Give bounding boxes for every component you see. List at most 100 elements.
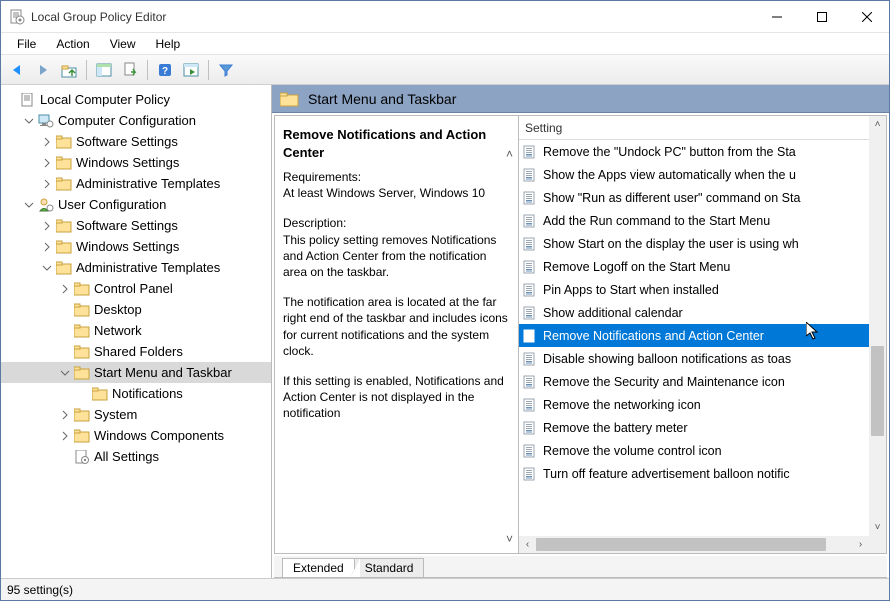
menu-action[interactable]: Action	[46, 35, 99, 53]
tree-item[interactable]: Notifications	[1, 383, 271, 404]
settings-row[interactable]: Turn off feature advertisement balloon n…	[519, 462, 886, 485]
tree-item[interactable]: All Settings	[1, 446, 271, 467]
settings-row[interactable]: Remove Logoff on the Start Menu	[519, 255, 886, 278]
description-p2: The notification area is located at the …	[283, 294, 512, 359]
settings-row[interactable]: Remove the Security and Maintenance icon	[519, 370, 886, 393]
expand-toggle[interactable]	[23, 115, 35, 127]
tree-item[interactable]: Administrative Templates	[1, 257, 271, 278]
close-button[interactable]	[844, 2, 889, 32]
settings-row[interactable]: Show "Run as different user" command on …	[519, 186, 886, 209]
expand-toggle[interactable]	[23, 199, 35, 211]
up-button[interactable]	[57, 58, 81, 82]
settings-row-label: Remove Logoff on the Start Menu	[543, 260, 730, 274]
menu-help[interactable]: Help	[146, 35, 191, 53]
menu-file[interactable]: File	[7, 35, 46, 53]
folder-icon	[280, 91, 300, 107]
desc-scroll-up[interactable]: ˄	[501, 146, 518, 162]
description-p1: This policy setting removes Notification…	[283, 232, 512, 281]
policy-icon	[521, 190, 539, 206]
settings-row[interactable]: Remove the "Undock PC" button from the S…	[519, 140, 886, 163]
settings-row[interactable]: Remove the battery meter	[519, 416, 886, 439]
expand-toggle	[59, 451, 71, 463]
menu-view[interactable]: View	[100, 35, 146, 53]
tree-item-label: Windows Components	[94, 428, 224, 443]
expand-toggle[interactable]	[41, 220, 53, 232]
expand-toggle[interactable]	[59, 430, 71, 442]
scroll-down-arrow[interactable]: ˅	[869, 519, 886, 536]
horizontal-scrollbar[interactable]: ‹ ›	[519, 536, 869, 553]
scroll-up-arrow[interactable]: ˄	[869, 116, 886, 133]
scroll-thumb[interactable]	[871, 346, 884, 436]
expand-toggle[interactable]	[59, 409, 71, 421]
tree-item[interactable]: Windows Settings	[1, 152, 271, 173]
expand-toggle[interactable]	[41, 241, 53, 253]
expand-toggle[interactable]	[41, 157, 53, 169]
settings-row[interactable]: Show the Apps view automatically when th…	[519, 163, 886, 186]
action-button[interactable]	[179, 58, 203, 82]
desc-scroll-down[interactable]: ˅	[501, 531, 518, 547]
settings-row[interactable]: Remove Notifications and Action Center	[519, 324, 886, 347]
tree-item[interactable]: Desktop	[1, 299, 271, 320]
scroll-left-arrow[interactable]: ‹	[519, 539, 536, 550]
details-title: Start Menu and Taskbar	[308, 91, 456, 107]
tree-item[interactable]: Administrative Templates	[1, 173, 271, 194]
settings-row-label: Remove the Security and Maintenance icon	[543, 375, 785, 389]
tree-item[interactable]: Start Menu and Taskbar	[1, 362, 271, 383]
minimize-button[interactable]	[754, 2, 799, 32]
folder-icon	[73, 281, 91, 297]
policy-icon	[521, 259, 539, 275]
tree-item-label: Shared Folders	[94, 344, 183, 359]
help-button[interactable]: ?	[153, 58, 177, 82]
tree-item[interactable]: Network	[1, 320, 271, 341]
tree-item[interactable]: Computer Configuration	[1, 110, 271, 131]
tree-item[interactable]: User Configuration	[1, 194, 271, 215]
expand-toggle[interactable]	[41, 178, 53, 190]
expand-toggle[interactable]	[41, 262, 53, 274]
tree-item-label: Notifications	[112, 386, 183, 401]
policy-icon	[521, 328, 539, 344]
tree-item[interactable]: Shared Folders	[1, 341, 271, 362]
tree-item[interactable]: Local Computer Policy	[1, 89, 271, 110]
export-button[interactable]	[118, 58, 142, 82]
tree-item[interactable]: Software Settings	[1, 215, 271, 236]
expand-toggle[interactable]	[59, 283, 71, 295]
expand-toggle[interactable]	[41, 136, 53, 148]
settings-row[interactable]: Show Start on the display the user is us…	[519, 232, 886, 255]
tree-item[interactable]: Windows Settings	[1, 236, 271, 257]
tab-extended[interactable]: Extended	[282, 558, 355, 577]
tab-standard[interactable]: Standard	[354, 558, 425, 577]
show-hide-tree-button[interactable]	[92, 58, 116, 82]
expand-toggle[interactable]	[59, 367, 71, 379]
console-tree[interactable]: Local Computer Policy Computer Configurat…	[1, 85, 272, 578]
filter-button[interactable]	[214, 58, 238, 82]
maximize-button[interactable]	[799, 2, 844, 32]
settings-row[interactable]: Show additional calendar	[519, 301, 886, 324]
tree-item[interactable]: Control Panel	[1, 278, 271, 299]
settings-row[interactable]: Pin Apps to Start when installed	[519, 278, 886, 301]
settings-row[interactable]: Remove the volume control icon	[519, 439, 886, 462]
settings-row[interactable]: Disable showing balloon notifications as…	[519, 347, 886, 370]
forward-button[interactable]	[31, 58, 55, 82]
vertical-scrollbar[interactable]: ˄ ˅	[869, 116, 886, 536]
expand-toggle	[5, 94, 17, 106]
tree-item[interactable]: Windows Components	[1, 425, 271, 446]
tree-item[interactable]: Software Settings	[1, 131, 271, 152]
scroll-right-arrow[interactable]: ›	[852, 539, 869, 550]
settings-list[interactable]: Remove the "Undock PC" button from the S…	[519, 140, 886, 553]
tree-item[interactable]: System	[1, 404, 271, 425]
folder-icon	[73, 344, 91, 360]
hscroll-thumb[interactable]	[536, 538, 826, 551]
policy-icon	[521, 144, 539, 160]
titlebar: Local Group Policy Editor	[1, 1, 889, 33]
folder-icon	[55, 134, 73, 150]
user-icon	[37, 197, 55, 213]
back-button[interactable]	[5, 58, 29, 82]
tree-item-label: Start Menu and Taskbar	[94, 365, 232, 380]
settings-column-header[interactable]: Setting	[519, 116, 886, 140]
tree-item-label: Local Computer Policy	[40, 92, 170, 107]
folder-icon	[55, 218, 73, 234]
folder-icon	[73, 428, 91, 444]
policy-icon	[521, 351, 539, 367]
settings-row[interactable]: Remove the networking icon	[519, 393, 886, 416]
settings-row[interactable]: Add the Run command to the Start Menu	[519, 209, 886, 232]
